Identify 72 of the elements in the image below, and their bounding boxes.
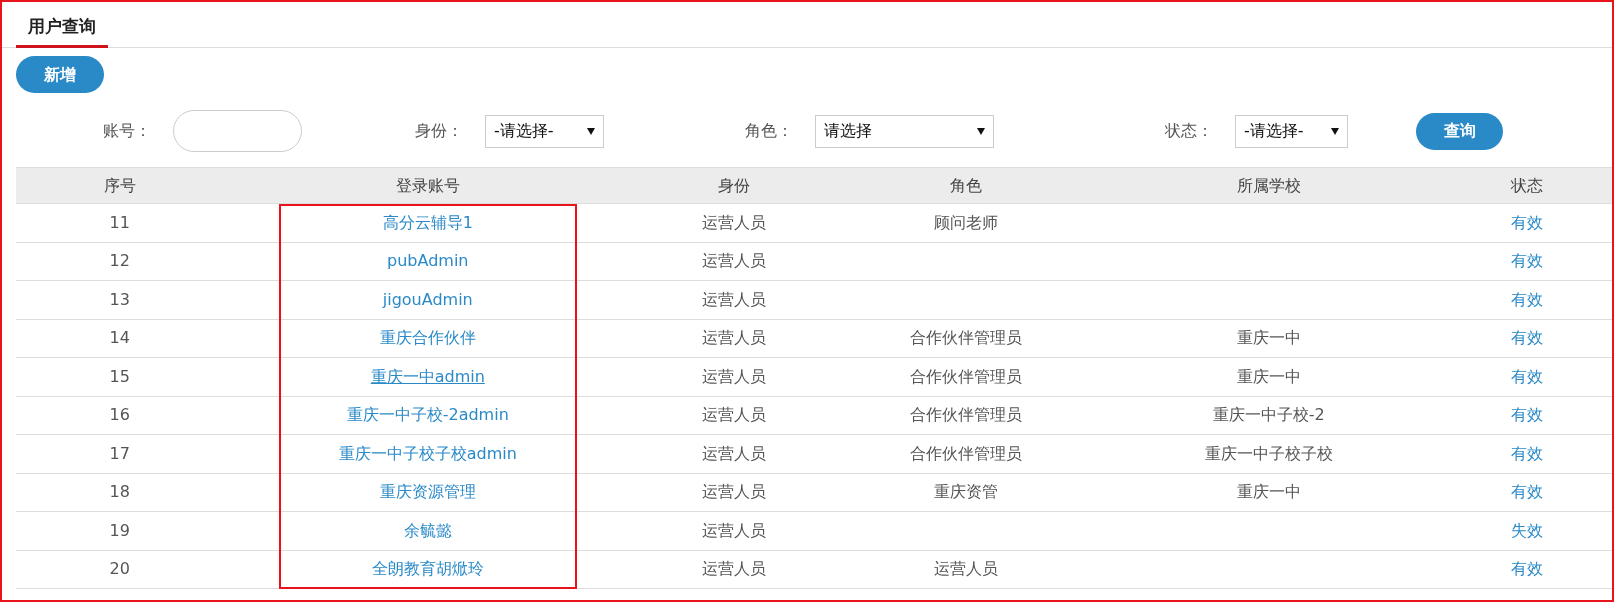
account-link[interactable]: 高分云辅导1: [382, 212, 473, 232]
table-cell: 合作伙伴管理员: [836, 357, 1095, 396]
table-cell: 运营人员: [632, 203, 837, 242]
dropdown[interactable]: -请选择-: [1235, 114, 1348, 148]
dropdown[interactable]: 请选择: [815, 114, 994, 148]
table-cell: 13: [16, 280, 224, 319]
account-link[interactable]: 余毓懿: [403, 520, 452, 540]
status-link[interactable]: 有效: [1511, 251, 1544, 271]
search-button[interactable]: 查询: [1416, 112, 1503, 150]
table-cell: 运营人员: [632, 319, 837, 358]
account-input[interactable]: [173, 110, 302, 152]
table-cell: 18: [16, 473, 224, 512]
table-cell: 14: [16, 319, 224, 358]
table-cell: 合作伙伴管理员: [836, 396, 1095, 435]
table-cell: 运营人员: [632, 434, 837, 473]
table-cell: 重庆一中子校-2: [1094, 396, 1443, 435]
account-link[interactable]: 重庆资源管理: [379, 482, 476, 502]
table-cell: 运营人员: [632, 242, 837, 281]
table-cell: 运营人员: [632, 357, 837, 396]
table-cell: 重庆一中: [1094, 319, 1443, 358]
table-cell: 12: [16, 242, 224, 281]
status-link[interactable]: 有效: [1511, 212, 1544, 232]
caret-icon: [977, 127, 985, 135]
table-cell: 15: [16, 357, 224, 396]
table-cell: 11: [16, 203, 224, 242]
caret-icon: [587, 127, 595, 135]
table-cell: 20: [16, 550, 224, 589]
status-link[interactable]: 失效: [1511, 520, 1544, 540]
status-link[interactable]: 有效: [1511, 289, 1544, 309]
table-cell: 运营人员: [632, 473, 837, 512]
status-link[interactable]: 有效: [1511, 366, 1544, 386]
account-link[interactable]: jigouAdmin: [382, 289, 473, 309]
column-header: 所属学校: [1094, 167, 1443, 204]
add-button[interactable]: 新增: [16, 56, 104, 93]
table-cell: 运营人员: [632, 280, 837, 319]
table-cell: 19: [16, 511, 224, 550]
status-link[interactable]: 有效: [1511, 405, 1544, 425]
account-link[interactable]: 重庆合作伙伴: [379, 328, 476, 348]
account-link[interactable]: 重庆一中子校子校admin: [338, 443, 517, 463]
caret-icon: [1331, 127, 1339, 135]
column-header: 身份: [632, 167, 837, 204]
column-header: 角色: [836, 167, 1095, 204]
table-cell: 运营人员: [836, 550, 1095, 589]
dropdown[interactable]: -请选择-: [485, 114, 604, 148]
column-header: 登录账号: [223, 167, 633, 204]
table-cell: 重庆资管: [836, 473, 1095, 512]
table-cell: 运营人员: [632, 550, 837, 589]
status-link[interactable]: 有效: [1511, 328, 1544, 348]
status-link[interactable]: 有效: [1511, 482, 1544, 502]
table-cell: 16: [16, 396, 224, 435]
filter-label: 状态：: [1165, 120, 1213, 142]
status-link[interactable]: 有效: [1511, 559, 1544, 579]
status-link[interactable]: 有效: [1511, 443, 1544, 463]
table-cell: 合作伙伴管理员: [836, 319, 1095, 358]
filter-label: 角色：: [745, 120, 793, 142]
account-link[interactable]: pubAdmin: [387, 251, 469, 271]
filter-label: 身份：: [415, 120, 463, 142]
account-link[interactable]: 全朗教育胡焮玲: [371, 559, 484, 579]
column-header: 状态: [1442, 167, 1612, 204]
table-cell: 重庆一中: [1094, 473, 1443, 512]
account-link[interactable]: 重庆一中子校-2admin: [346, 405, 509, 425]
tab[interactable]: 用户查询: [16, 13, 108, 48]
filter-label: 账号：: [103, 120, 151, 142]
table-cell: 运营人员: [632, 396, 837, 435]
table-cell: 重庆一中子校子校: [1094, 434, 1443, 473]
table-cell: 17: [16, 434, 224, 473]
table-cell: 重庆一中: [1094, 357, 1443, 396]
table-cell: 运营人员: [632, 511, 837, 550]
column-header: 序号: [16, 167, 224, 204]
table-cell: 合作伙伴管理员: [836, 434, 1095, 473]
table-cell: 顾问老师: [836, 203, 1095, 242]
account-link[interactable]: 重庆一中admin: [370, 366, 485, 386]
